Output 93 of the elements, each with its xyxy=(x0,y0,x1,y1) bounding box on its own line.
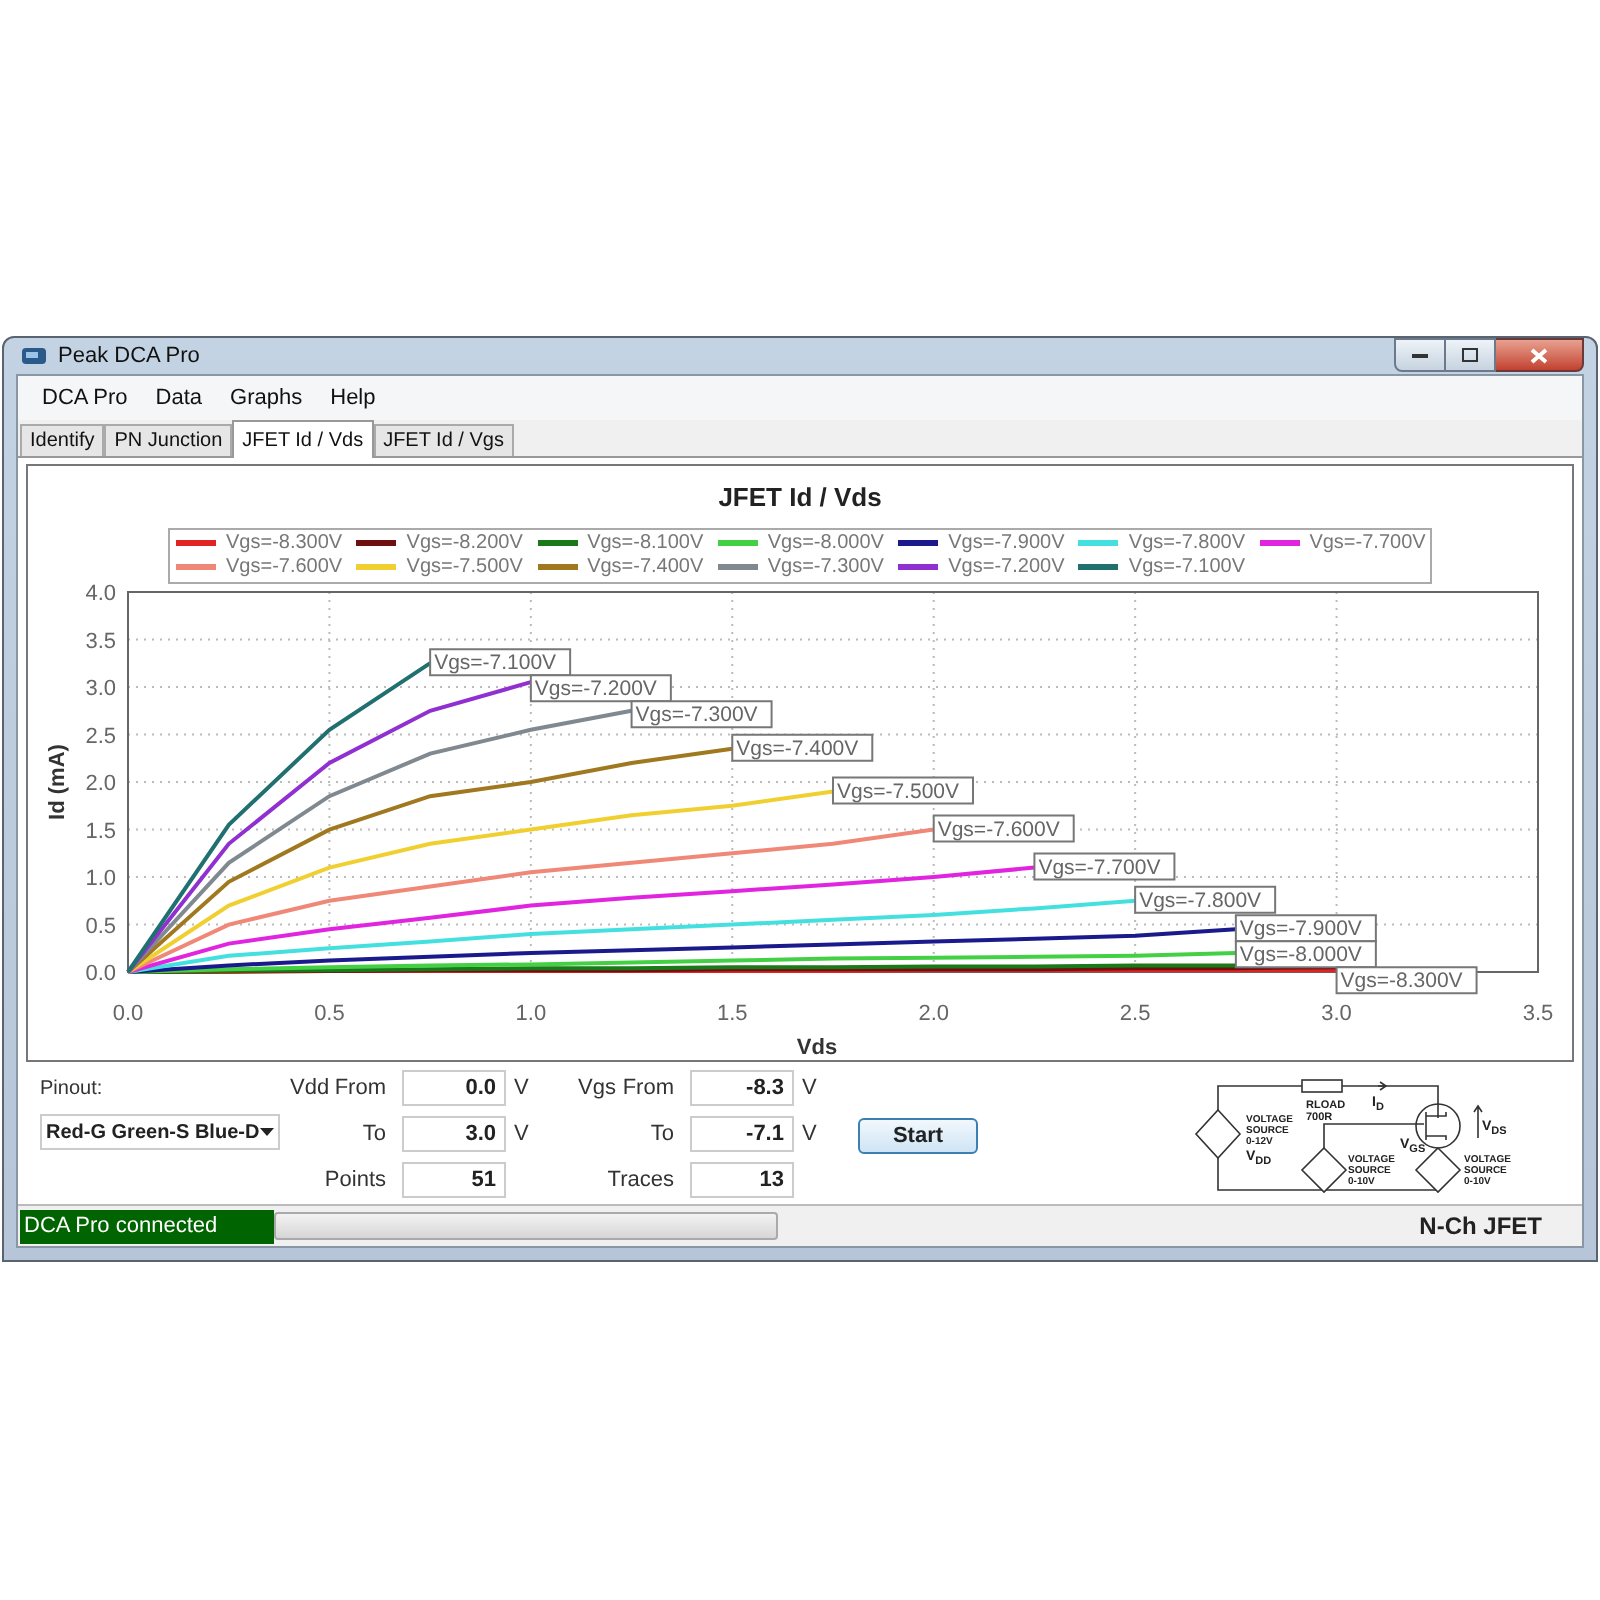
data-label: Vgs=-8.000V xyxy=(1234,939,1377,968)
unit-label: V xyxy=(514,1073,531,1104)
to-label: To xyxy=(360,1119,388,1150)
data-label: Vgs=-7.100V xyxy=(429,647,572,676)
to-label: To xyxy=(648,1119,676,1150)
vdd-label: Vdd xyxy=(290,1073,332,1104)
from-label: From xyxy=(334,1073,388,1104)
y-tick-label: 1.0 xyxy=(85,866,116,890)
legend-label: Vgs=-8.000V xyxy=(767,531,884,555)
legend-label: Vgs=-7.300V xyxy=(767,555,884,579)
legend-label: Vgs=-7.200V xyxy=(948,555,1065,579)
x-tick-label: 1.0 xyxy=(515,1001,547,1025)
legend-label: Vgs=-7.100V xyxy=(1128,555,1246,579)
y-tick-label: 2.0 xyxy=(85,771,116,795)
legend-label: Vgs=-8.300V xyxy=(226,531,343,555)
y-tick-label: 3.5 xyxy=(85,628,116,653)
minimize-button[interactable] xyxy=(1394,338,1446,372)
points-field[interactable]: 51 xyxy=(402,1162,506,1198)
annotation: Vgs=-7.600V xyxy=(937,816,1060,841)
annotation: Vgs=-7.400V xyxy=(736,735,859,760)
y-tick-label: 3.0 xyxy=(85,676,116,700)
start-button[interactable]: Start xyxy=(858,1118,978,1154)
annotation: Vgs=-7.900V xyxy=(1239,916,1362,941)
close-button[interactable] xyxy=(1496,338,1584,372)
vgs-to-field[interactable]: -7.1 xyxy=(690,1116,794,1152)
tab[interactable]: JFET Id / Vgs xyxy=(373,424,514,456)
unit-label: V xyxy=(802,1073,819,1104)
unit-label: V xyxy=(514,1119,531,1150)
close-icon xyxy=(1530,347,1548,363)
x-tick-label: 0.0 xyxy=(112,1001,144,1025)
x-tick-label: 3.5 xyxy=(1522,1001,1554,1025)
window-title: Peak DCA Pro xyxy=(58,341,200,372)
x-tick-label: 2.0 xyxy=(918,1001,949,1025)
unit-label: V xyxy=(802,1119,819,1150)
points-label: Points xyxy=(322,1165,388,1196)
tab[interactable]: PN Junction xyxy=(104,424,233,456)
annotation: Vgs=-7.500V xyxy=(837,778,960,803)
y-tick-label: 0.0 xyxy=(85,961,116,985)
x-tick-label: 2.5 xyxy=(1119,1001,1151,1025)
data-label: Vgs=-7.300V xyxy=(630,699,773,728)
pinout-dropdown[interactable]: Red-G Green-S Blue-D xyxy=(40,1114,280,1150)
traces-label: Traces xyxy=(605,1165,676,1196)
chart-title: JFET Id / Vds xyxy=(718,480,882,516)
vdd-from-field[interactable]: 0.0 xyxy=(402,1070,506,1106)
menu-item[interactable]: DCA Pro xyxy=(28,381,142,415)
data-label: Vgs=-7.800V xyxy=(1134,884,1277,913)
vdd-to-field[interactable]: 3.0 xyxy=(402,1116,506,1152)
menu-item[interactable]: Help xyxy=(316,381,390,415)
data-label: Vgs=-7.200V xyxy=(529,673,672,702)
annotation: Vgs=-7.300V xyxy=(635,702,758,727)
data-label: Vgs=-7.600V xyxy=(932,813,1075,842)
x-axis-title: Vds xyxy=(796,1035,838,1059)
x-tick-label: 0.5 xyxy=(314,1001,345,1025)
data-label: Vgs=-7.700V xyxy=(1033,851,1176,880)
menu-item[interactable]: Data xyxy=(141,381,217,415)
annotation: Vgs=-8.000V xyxy=(1239,942,1362,967)
data-label: Vgs=-7.500V xyxy=(832,775,974,804)
annotation: Vgs=-7.700V xyxy=(1038,854,1161,879)
x-tick-label: 1.5 xyxy=(717,1001,748,1025)
app-icon xyxy=(20,344,48,368)
y-tick-label: 0.5 xyxy=(85,913,116,938)
y-tick-label: 1.5 xyxy=(85,818,116,843)
connection-status: DCA Pro connected xyxy=(20,1209,274,1243)
legend-label: Vgs=-7.900V xyxy=(948,531,1065,555)
data-label: Vgs=-7.900V xyxy=(1234,913,1377,942)
legend-label: Vgs=-7.700V xyxy=(1309,531,1426,555)
menu-item[interactable]: Graphs xyxy=(216,381,317,415)
annotation: Vgs=-7.800V xyxy=(1139,887,1262,912)
legend-label: Vgs=-7.800V xyxy=(1128,531,1246,555)
x-tick-label: 3.0 xyxy=(1321,1001,1352,1025)
tab[interactable]: JFET Id / Vds xyxy=(232,420,374,458)
pinout-label: Pinout: xyxy=(40,1076,105,1104)
y-tick-label: 2.5 xyxy=(85,723,116,748)
caret-icon xyxy=(260,1128,274,1136)
tab[interactable]: Identify xyxy=(20,424,105,456)
vgs-from-field[interactable]: -8.3 xyxy=(690,1070,794,1106)
legend-label: Vgs=-8.200V xyxy=(406,531,523,555)
y-axis-title: Id (mA) xyxy=(46,743,70,819)
traces-field[interactable]: 13 xyxy=(690,1162,794,1198)
legend-label: Vgs=-7.500V xyxy=(406,555,523,579)
from-label: From xyxy=(622,1073,676,1104)
vgs-label: Vgs xyxy=(578,1073,618,1104)
legend-label: Vgs=-8.100V xyxy=(587,531,704,555)
legend-label: Vgs=-7.600V xyxy=(226,555,343,579)
annotation: Vgs=-7.100V xyxy=(434,650,557,675)
device-type: N-Ch JFET xyxy=(1419,1210,1542,1244)
maximize-button[interactable] xyxy=(1446,338,1496,372)
legend-label: Vgs=-7.400V xyxy=(587,555,704,579)
data-label: Vgs=-7.400V xyxy=(731,732,874,761)
y-tick-label: 4.0 xyxy=(85,583,116,605)
data-label: Vgs=-8.300V xyxy=(1335,965,1478,994)
annotation: Vgs=-7.200V xyxy=(534,676,657,701)
annotation: Vgs=-8.300V xyxy=(1340,968,1463,993)
